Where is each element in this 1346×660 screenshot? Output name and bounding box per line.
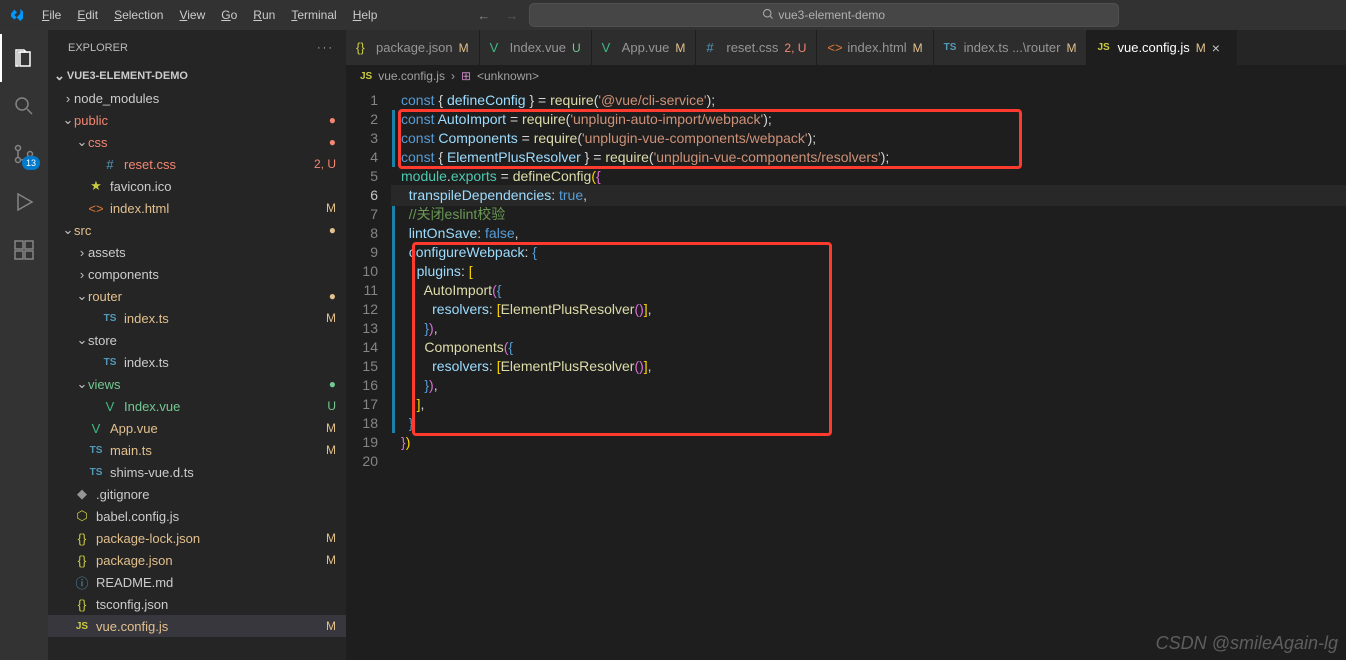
- tree-file-babel[interactable]: ⬡babel.config.js: [48, 505, 346, 527]
- tree-file-pkg[interactable]: {}package.jsonM: [48, 549, 346, 571]
- chevron-down-icon: ⌄: [54, 68, 65, 84]
- tree-file-tsconfig[interactable]: {}tsconfig.json: [48, 593, 346, 615]
- tab-reset-css[interactable]: #reset.css2, U: [696, 30, 817, 65]
- sidebar-header: EXPLORER ···: [48, 30, 346, 65]
- breadcrumb[interactable]: JSvue.config.js›⊞<unknown>: [346, 65, 1346, 87]
- tree-folder-assets[interactable]: ›assets: [48, 241, 346, 263]
- menu-go[interactable]: Go: [213, 0, 245, 30]
- tree-file-favicon[interactable]: ★favicon.ico: [48, 175, 346, 197]
- sidebar: EXPLORER ··· ⌄ VUE3-ELEMENT-DEMO ›node_m…: [48, 30, 346, 660]
- menu-terminal[interactable]: Terminal: [283, 0, 344, 30]
- activity-search[interactable]: [0, 82, 48, 130]
- command-center[interactable]: vue3-element-demo: [529, 3, 1119, 27]
- close-icon[interactable]: ×: [1212, 40, 1226, 56]
- sidebar-title: EXPLORER: [68, 42, 128, 54]
- tree-folder-public[interactable]: ⌄public●: [48, 109, 346, 131]
- nav-back-button[interactable]: ←: [473, 4, 495, 26]
- activity-source-control[interactable]: 13: [0, 130, 48, 178]
- editor-area: {}package.jsonM VIndex.vueU VApp.vueM #r…: [346, 30, 1346, 660]
- activity-extensions[interactable]: [0, 226, 48, 274]
- tree-file-vueconfig[interactable]: JSvue.config.jsM: [48, 615, 346, 637]
- tab-vue-config[interactable]: JSvue.config.jsM×: [1087, 30, 1236, 65]
- tree-file-readme[interactable]: ⓘREADME.md: [48, 571, 346, 593]
- scm-badge: 13: [22, 156, 40, 170]
- menu-file[interactable]: FFileile: [34, 0, 69, 30]
- tree-folder-node-modules[interactable]: ›node_modules: [48, 87, 346, 109]
- project-name: VUE3-ELEMENT-DEMO: [67, 70, 188, 82]
- tree-file-router-index[interactable]: TSindex.tsM: [48, 307, 346, 329]
- code-editor[interactable]: 1234567891011121314151617181920 const { …: [346, 87, 1346, 660]
- tree-folder-src[interactable]: ⌄src●: [48, 219, 346, 241]
- menu-help[interactable]: Help: [345, 0, 386, 30]
- explorer-project-header[interactable]: ⌄ VUE3-ELEMENT-DEMO: [48, 65, 346, 87]
- tree-folder-css[interactable]: ⌄css●: [48, 131, 346, 153]
- menu-bar: FFileile Edit Selection View Go Run Term…: [34, 0, 385, 30]
- tree-folder-router[interactable]: ⌄router●: [48, 285, 346, 307]
- tree-file-app-vue[interactable]: VApp.vueM: [48, 417, 346, 439]
- search-icon: [762, 8, 774, 23]
- tree-file-main-ts[interactable]: TSmain.tsM: [48, 439, 346, 461]
- menu-selection[interactable]: Selection: [106, 0, 171, 30]
- tab-index-ts-router[interactable]: TSindex.ts ...\routerM: [934, 30, 1088, 65]
- activity-run-debug[interactable]: [0, 178, 48, 226]
- tree-file-shims[interactable]: TSshims-vue.d.ts: [48, 461, 346, 483]
- tree-file-pkglock[interactable]: {}package-lock.jsonM: [48, 527, 346, 549]
- search-placeholder: vue3-element-demo: [778, 8, 885, 22]
- menu-edit[interactable]: Edit: [69, 0, 106, 30]
- activity-bar: 13: [0, 30, 48, 660]
- app-logo: [0, 7, 34, 23]
- menu-run[interactable]: Run: [245, 0, 283, 30]
- tree-file-store-index[interactable]: TSindex.ts: [48, 351, 346, 373]
- tree-file-index-html[interactable]: <>index.htmlM: [48, 197, 346, 219]
- code-content[interactable]: const { defineConfig } = require('@vue/c…: [392, 87, 1346, 660]
- title-bar: FFileile Edit Selection View Go Run Term…: [0, 0, 1346, 30]
- tree-file-gitignore[interactable]: ◆.gitignore: [48, 483, 346, 505]
- sidebar-more-button[interactable]: ···: [317, 42, 334, 54]
- tree-file-reset-css[interactable]: #reset.css2, U: [48, 153, 346, 175]
- tree-folder-components[interactable]: ›components: [48, 263, 346, 285]
- tree-file-views-index[interactable]: VIndex.vueU: [48, 395, 346, 417]
- tree-folder-views[interactable]: ⌄views●: [48, 373, 346, 395]
- tab-package-json[interactable]: {}package.jsonM: [346, 30, 480, 65]
- nav-forward-button[interactable]: →: [501, 4, 523, 26]
- tab-index-vue[interactable]: VIndex.vueU: [480, 30, 592, 65]
- line-numbers: 1234567891011121314151617181920: [346, 87, 392, 660]
- menu-view[interactable]: View: [171, 0, 213, 30]
- tree-folder-store[interactable]: ⌄store: [48, 329, 346, 351]
- tab-index-html[interactable]: <>index.htmlM: [817, 30, 933, 65]
- tab-app-vue[interactable]: VApp.vueM: [592, 30, 697, 65]
- editor-tabs: {}package.jsonM VIndex.vueU VApp.vueM #r…: [346, 30, 1346, 65]
- file-tree: ›node_modules ⌄public● ⌄css● #reset.css2…: [48, 87, 346, 637]
- activity-explorer[interactable]: [0, 34, 48, 82]
